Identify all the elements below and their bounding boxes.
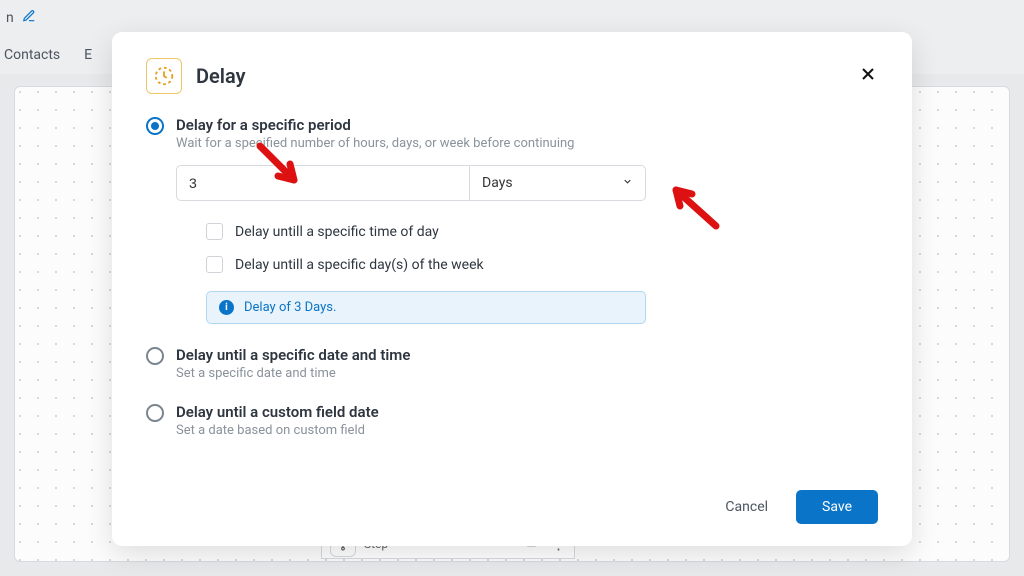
- option1-title: Delay for a specific period: [176, 116, 574, 134]
- modal-title: Delay: [196, 64, 844, 88]
- delay-summary-text: Delay of 3 Days.: [244, 300, 336, 315]
- checkbox-time-of-day-row[interactable]: Delay untill a specific time of day: [206, 223, 878, 240]
- checkbox-day-of-week-label: Delay untill a specific day(s) of the we…: [235, 257, 484, 273]
- chevron-down-icon: [622, 176, 633, 190]
- option2-desc: Set a specific date and time: [176, 366, 410, 381]
- checkbox-time-of-day[interactable]: [206, 223, 223, 240]
- nav-contacts[interactable]: Contacts: [4, 47, 60, 63]
- checkbox-time-of-day-label: Delay untill a specific time of day: [235, 224, 439, 240]
- period-unit-label: Days: [482, 175, 513, 191]
- delay-modal: Delay Delay for a specific period Wait f…: [112, 32, 912, 546]
- cancel-button[interactable]: Cancel: [719, 491, 774, 523]
- option2-title: Delay until a specific date and time: [176, 346, 410, 364]
- nav-item-fragment[interactable]: E: [84, 47, 92, 63]
- period-value-input[interactable]: [177, 166, 469, 200]
- background-header: n: [0, 0, 1024, 36]
- edit-icon[interactable]: [22, 9, 36, 27]
- delay-icon: [146, 58, 182, 94]
- checkbox-day-of-week-row[interactable]: Delay untill a specific day(s) of the we…: [206, 256, 878, 273]
- radio-specific-period[interactable]: [146, 117, 164, 135]
- header-text-fragment: n: [6, 10, 14, 26]
- period-input-group: Days: [176, 165, 646, 201]
- radio-specific-date[interactable]: [146, 347, 164, 365]
- period-unit-select[interactable]: Days: [469, 166, 645, 200]
- option-custom-field: Delay until a custom field date Set a da…: [146, 403, 878, 438]
- modal-header: Delay: [146, 58, 878, 94]
- close-icon[interactable]: [858, 64, 878, 89]
- option1-desc: Wait for a specified number of hours, da…: [176, 136, 574, 151]
- option3-title: Delay until a custom field date: [176, 403, 379, 421]
- option3-desc: Set a date based on custom field: [176, 423, 379, 438]
- info-icon: i: [219, 300, 234, 315]
- save-button[interactable]: Save: [796, 490, 878, 524]
- radio-custom-field[interactable]: [146, 404, 164, 422]
- option-specific-date: Delay until a specific date and time Set…: [146, 346, 878, 381]
- checkbox-day-of-week[interactable]: [206, 256, 223, 273]
- option-specific-period: Delay for a specific period Wait for a s…: [146, 116, 878, 324]
- modal-footer: Cancel Save: [146, 490, 878, 524]
- delay-summary-info: i Delay of 3 Days.: [206, 291, 646, 324]
